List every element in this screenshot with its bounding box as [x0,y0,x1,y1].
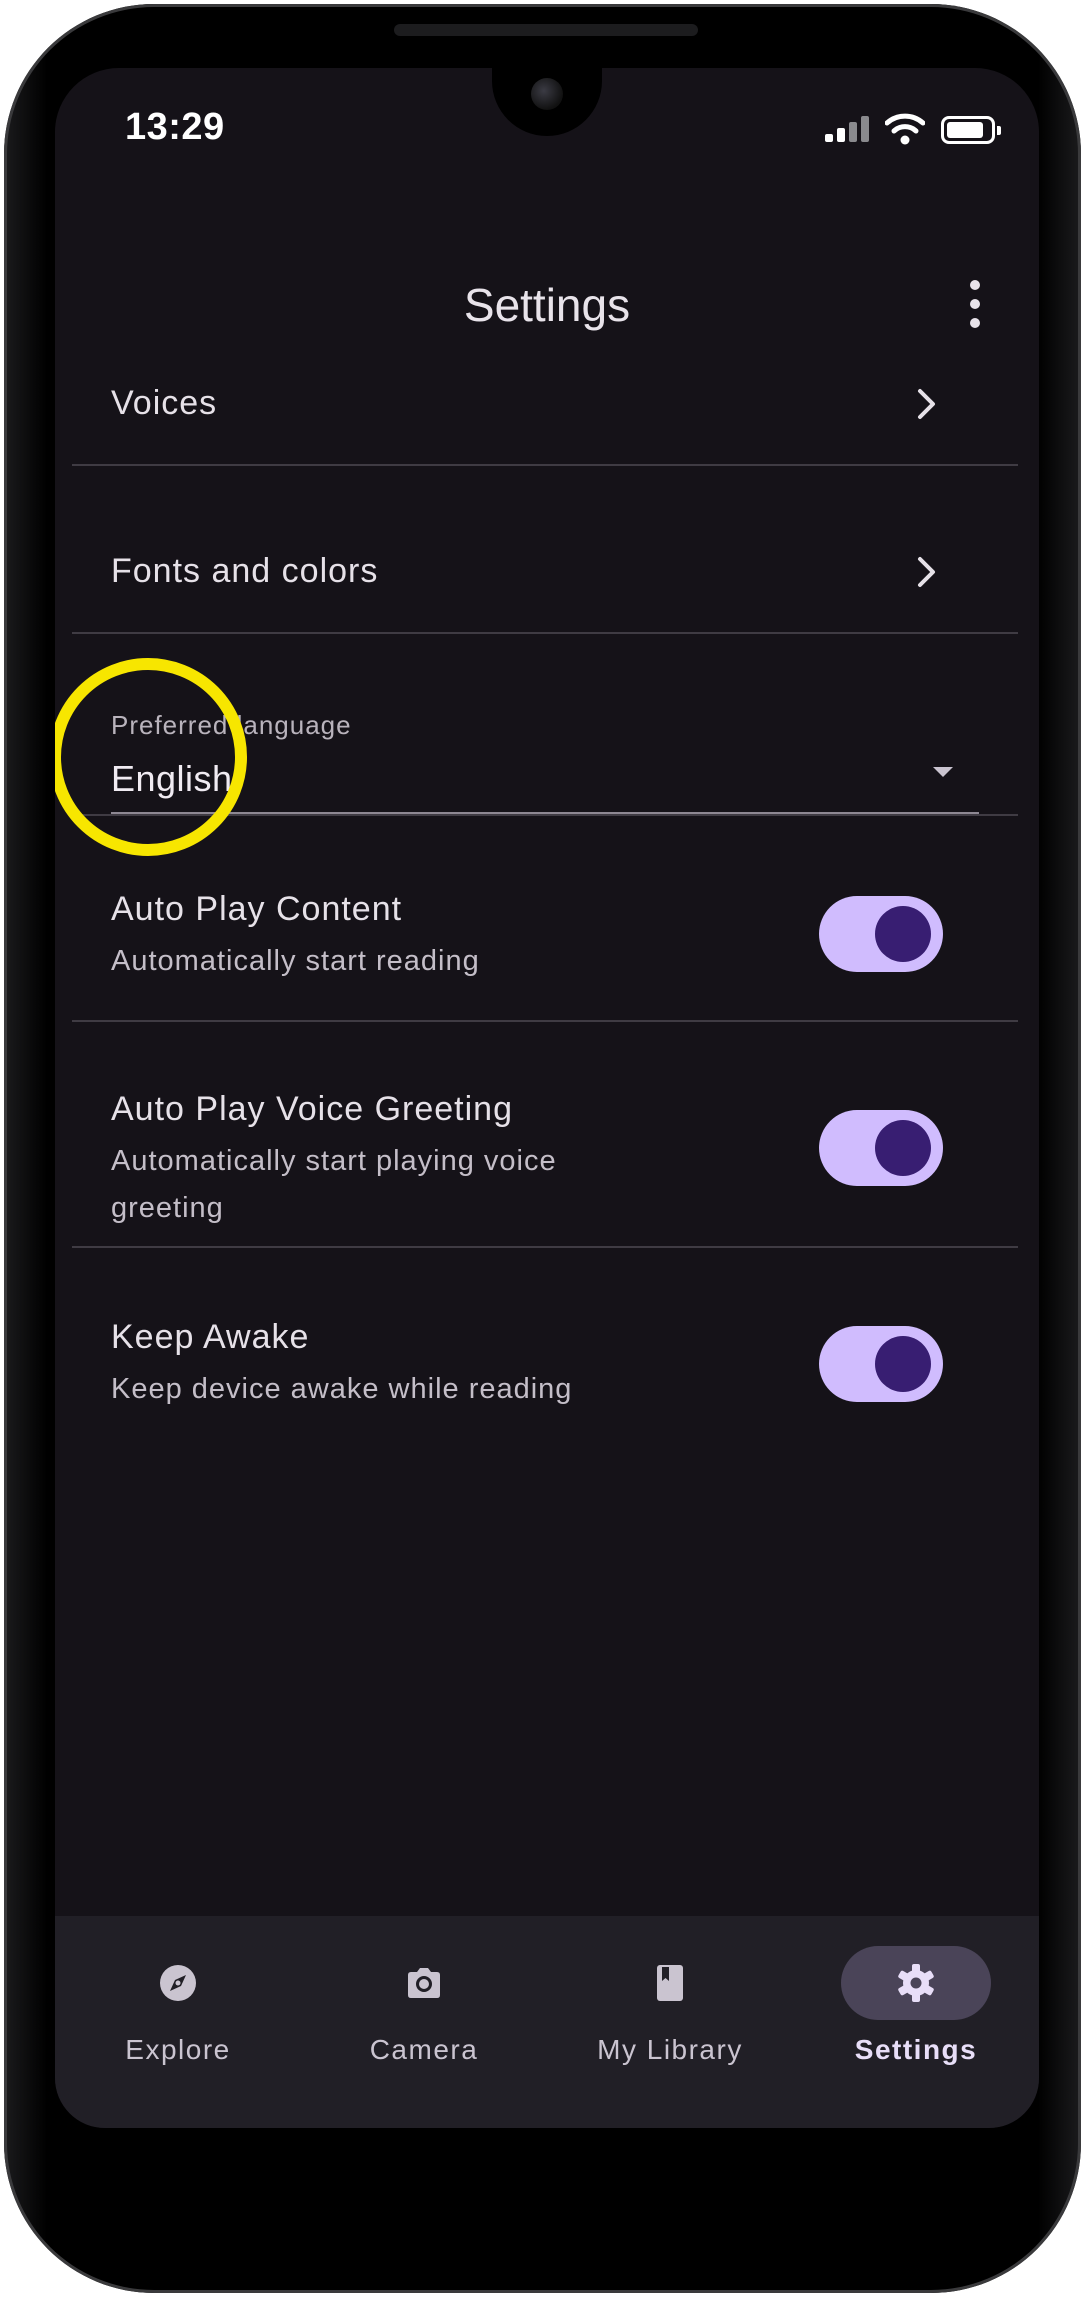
keep-awake-row: Keep Awake Keep device awake while readi… [55,1246,1039,1446]
tab-indicator [841,1946,991,2020]
highlight-annotation-circle [55,658,247,856]
divider [72,632,1018,634]
keep-awake-subtitle: Keep device awake while reading [111,1373,573,1405]
chevron-right-icon [918,389,935,419]
tab-label: Explore [125,2034,231,2065]
tab-label: Camera [369,2034,479,2065]
tab-camera[interactable]: Camera [301,1916,547,2128]
bottom-navigation-bar: Explore Camera My Library Settings [55,1916,1039,2128]
auto-play-voice-greeting-row: Auto Play Voice Greeting Automatically s… [55,1020,1039,1246]
tab-indicator [103,1946,253,2020]
auto-play-content-switch[interactable] [819,896,943,972]
tab-my-library[interactable]: My Library [547,1916,793,2128]
auto-play-voice-greeting-subtitle: Automatically start playing voice greeti… [111,1145,557,1224]
tab-explore[interactable]: Explore [55,1916,301,2128]
camera-icon [408,1968,440,1998]
keep-awake-title: Keep Awake [111,1318,310,1356]
auto-play-content-title: Auto Play Content [111,890,403,928]
status-icons [825,112,1005,148]
fonts-and-colors-row[interactable]: Fonts and colors [55,512,1039,632]
switch-thumb [875,1120,931,1176]
auto-play-voice-greeting-switch[interactable] [819,1110,943,1186]
fonts-and-colors-label: Fonts and colors [111,552,379,590]
voices-row[interactable]: Voices [55,344,1039,464]
book-icon [657,1965,683,2001]
auto-play-voice-greeting-title: Auto Play Voice Greeting [111,1090,514,1128]
signal-icon [825,116,871,142]
voices-label: Voices [111,384,218,422]
more-vert-icon[interactable] [965,280,985,328]
tab-label: Settings [854,2034,978,2065]
switch-thumb [875,906,931,962]
status-time: 13:29 [125,106,225,148]
auto-play-content-row: Auto Play Content Automatically start re… [55,814,1039,1020]
wifi-icon [885,113,925,145]
tab-indicator [349,1946,499,2020]
tab-indicator [595,1946,745,2020]
switch-thumb [875,1336,931,1392]
chevron-right-icon [918,557,935,587]
app-screen: 13:29 Settings Voices Fonts and colors P… [55,68,1039,2128]
arrow-drop-down-icon [933,767,953,777]
tab-label: My Library [597,2034,743,2065]
keep-awake-switch[interactable] [819,1326,943,1402]
page-title: Settings [463,279,631,331]
gear-icon [898,1964,934,2002]
auto-play-content-subtitle: Automatically start reading [111,945,480,977]
earpiece-speaker [394,24,698,36]
app-bar: Settings [55,248,1039,348]
phone-frame: 13:29 Settings Voices Fonts and colors P… [4,4,1081,2293]
divider [72,464,1018,466]
compass-icon [160,1965,196,2001]
battery-icon [941,116,1001,144]
tab-settings[interactable]: Settings [793,1916,1039,2128]
front-camera-icon [531,78,563,110]
